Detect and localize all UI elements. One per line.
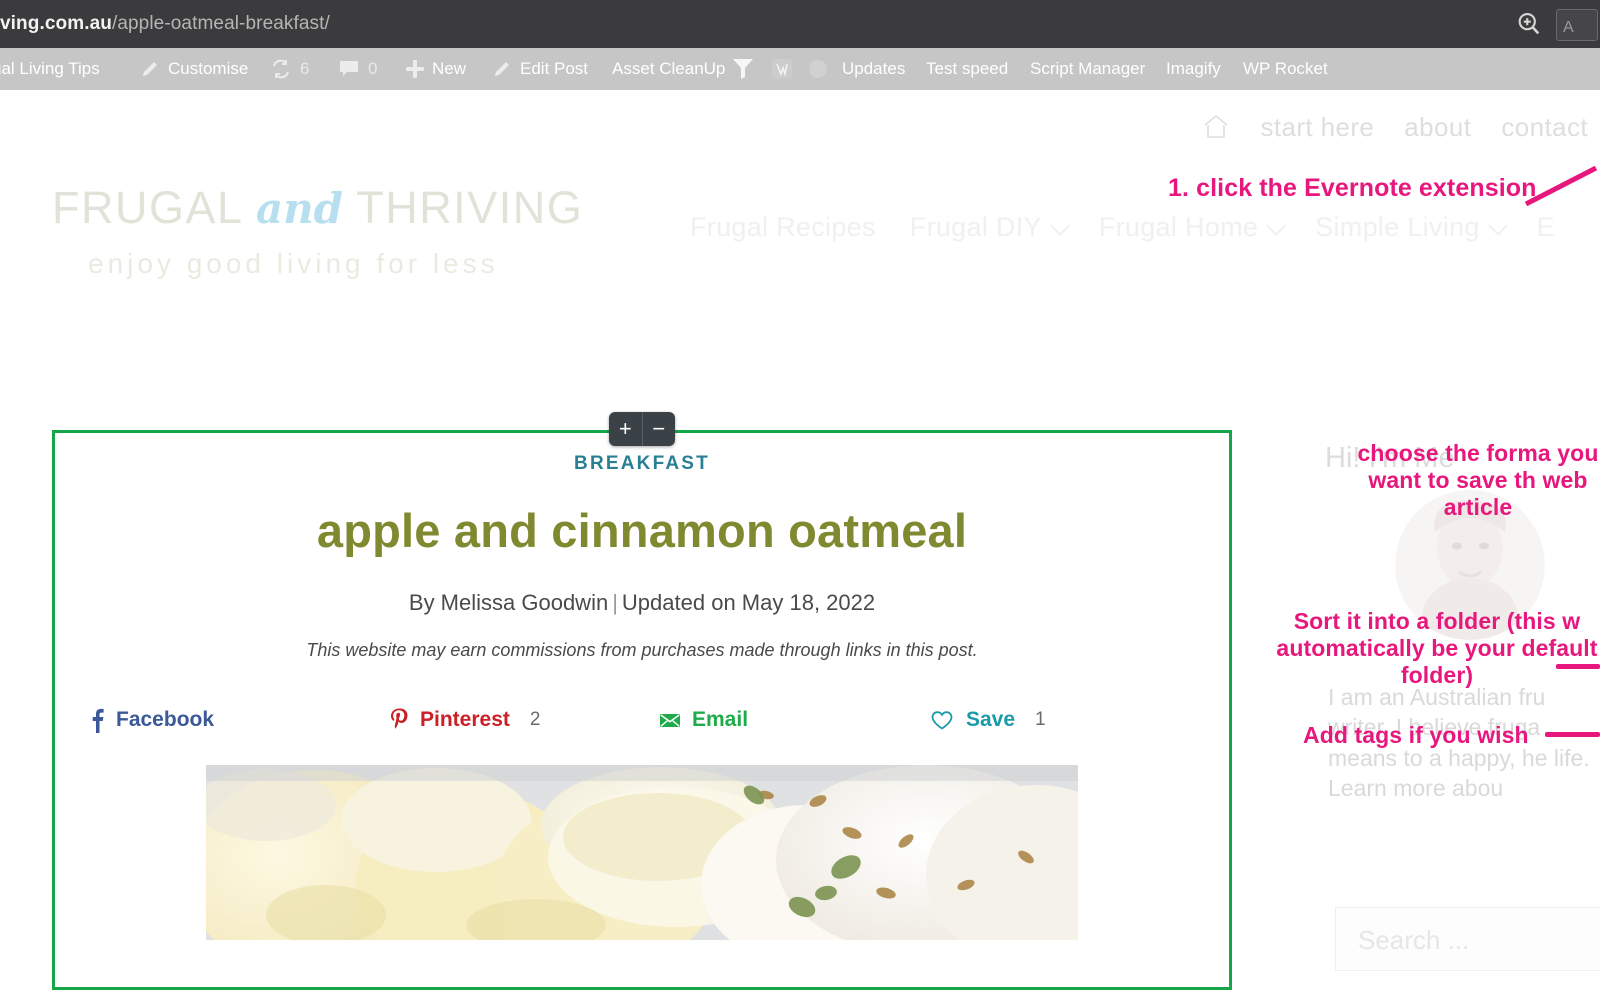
logo-tagline: enjoy good living for less	[88, 248, 499, 279]
admin-item-test-speed[interactable]: Test speed	[926, 48, 1008, 90]
comment-bubble-icon	[338, 58, 360, 80]
annotation-step-3: Sort it into a folder (this w automatica…	[1276, 608, 1598, 689]
share-pinterest-button[interactable]: Pinterest 2	[389, 707, 659, 733]
share-count: 1	[1035, 709, 1046, 730]
admin-comments-count[interactable]: 0	[368, 48, 377, 90]
clip-increase-button[interactable]: +	[609, 412, 643, 446]
nav-start-here[interactable]: start here	[1260, 112, 1374, 143]
share-row: Facebook Pinterest 2 Email Save 1	[55, 707, 1229, 733]
search-input[interactable]: Search ...	[1335, 907, 1600, 971]
evernote-extension-icon[interactable]: A	[1556, 9, 1598, 41]
hero-image	[206, 765, 1078, 940]
nav-about[interactable]: about	[1404, 112, 1471, 143]
admin-item-customise[interactable]: Customise	[168, 48, 248, 90]
clip-size-toggle[interactable]: + −	[609, 412, 675, 446]
site-logo[interactable]: FRUGAL and THRIVING enjoy good living fo…	[52, 182, 582, 280]
funnel-icon[interactable]	[730, 56, 756, 82]
url-path: /apple-oatmeal-breakfast/	[111, 13, 330, 34]
nav-label: Frugal Recipes	[690, 212, 876, 242]
magnifier-plus-icon[interactable]	[1515, 10, 1543, 38]
pinterest-icon	[391, 708, 408, 729]
admin-updates-count[interactable]: 6	[300, 48, 309, 90]
share-email-button[interactable]: Email	[659, 707, 929, 733]
wordpress-admin-bar: gal Living Tips Customise 6 0 New Edit P…	[0, 48, 1600, 90]
wp-plugin-icon[interactable]	[770, 57, 794, 81]
article: BREAKFAST apple and cinnamon oatmeal By …	[55, 433, 1229, 940]
address-bar[interactable]: ving.com.au/apple-oatmeal-breakfast/	[0, 10, 330, 38]
nav-simple-living[interactable]: Simple Living	[1315, 212, 1508, 243]
chevron-down-icon	[1487, 215, 1508, 236]
clip-decrease-button[interactable]: −	[643, 412, 676, 446]
admin-item-script-manager[interactable]: Script Manager	[1030, 48, 1145, 90]
admin-item-wp-rocket[interactable]: WP Rocket	[1243, 48, 1328, 90]
nav-frugal-diy[interactable]: Frugal DIY	[909, 212, 1070, 243]
browser-chrome: ving.com.au/apple-oatmeal-breakfast/ A	[0, 0, 1600, 48]
chevron-down-icon	[1266, 215, 1287, 236]
svg-text:A: A	[1563, 19, 1574, 36]
logo-word-frugal: FRUGAL	[52, 182, 242, 233]
annotation-step-1: 1. click the Evernote extension	[1168, 174, 1537, 202]
chevron-down-icon	[1050, 215, 1070, 236]
nav-truncated[interactable]: E	[1537, 212, 1555, 243]
logo-title: FRUGAL and THRIVING	[52, 182, 582, 233]
byline-author: By Melissa Goodwin	[408, 590, 609, 615]
admin-item-site[interactable]: gal Living Tips	[0, 48, 100, 90]
byline-separator: |	[612, 590, 618, 615]
share-label: Save	[966, 708, 1016, 731]
nav-label: Frugal DIY	[909, 212, 1042, 242]
logo-word-thriving: THRIVING	[356, 182, 584, 233]
share-label: Email	[692, 708, 749, 731]
heart-icon	[931, 711, 953, 730]
email-icon	[660, 714, 680, 727]
share-save-button[interactable]: Save 1	[929, 707, 1129, 733]
plus-icon	[404, 58, 426, 80]
admin-item-new[interactable]: New	[432, 48, 466, 90]
utility-nav: start here about contact	[1202, 108, 1588, 146]
home-icon[interactable]	[1202, 113, 1230, 141]
circle-icon[interactable]	[808, 59, 828, 79]
byline: By Melissa Goodwin | Updated on May 18, 20…	[55, 590, 1229, 616]
url-host: ving.com.au	[0, 13, 112, 34]
updates-icon	[270, 58, 292, 80]
nav-frugal-home[interactable]: Frugal Home	[1098, 212, 1287, 243]
main-nav: Frugal Recipes Frugal DIY Frugal Home Si…	[690, 212, 1555, 243]
annotation-step-4: Add tags if you wish	[1303, 722, 1529, 748]
pencil-icon	[492, 58, 514, 80]
admin-item-updates[interactable]: Updates	[842, 48, 905, 90]
share-label: Facebook	[116, 708, 215, 731]
admin-item-asset-cleanup[interactable]: Asset CleanUp	[612, 48, 725, 90]
annotation-dash	[1545, 732, 1600, 737]
facebook-icon	[92, 708, 104, 733]
admin-item-edit-post[interactable]: Edit Post	[520, 48, 588, 90]
annotation-step-2: choose the forma you want to save th web…	[1357, 440, 1599, 521]
pencil-icon	[140, 58, 162, 80]
nav-contact[interactable]: contact	[1501, 112, 1588, 143]
nav-label: Simple Living	[1315, 212, 1480, 242]
logo-word-and: and	[255, 184, 343, 233]
search-placeholder: Search ...	[1358, 925, 1470, 955]
site-content: start here about contact FRUGAL and THRI…	[0, 90, 1600, 990]
share-label: Pinterest	[420, 708, 510, 731]
affiliate-disclaimer: This website may earn commissions from p…	[306, 640, 978, 660]
nav-frugal-recipes[interactable]: Frugal Recipes	[690, 212, 876, 243]
nav-label: E	[1536, 212, 1555, 242]
admin-item-imagify[interactable]: Imagify	[1166, 48, 1221, 90]
annotation-dash	[1556, 664, 1600, 669]
nav-label: Frugal Home	[1098, 212, 1259, 242]
annotation-arrow-icon	[1524, 165, 1600, 207]
byline-updated: Updated on May 18, 2022	[621, 590, 876, 615]
share-count: 2	[529, 709, 541, 730]
share-facebook-button[interactable]: Facebook	[89, 707, 389, 733]
page-title: apple and cinnamon oatmeal	[316, 504, 968, 557]
article-category[interactable]: BREAKFAST	[55, 453, 1229, 475]
